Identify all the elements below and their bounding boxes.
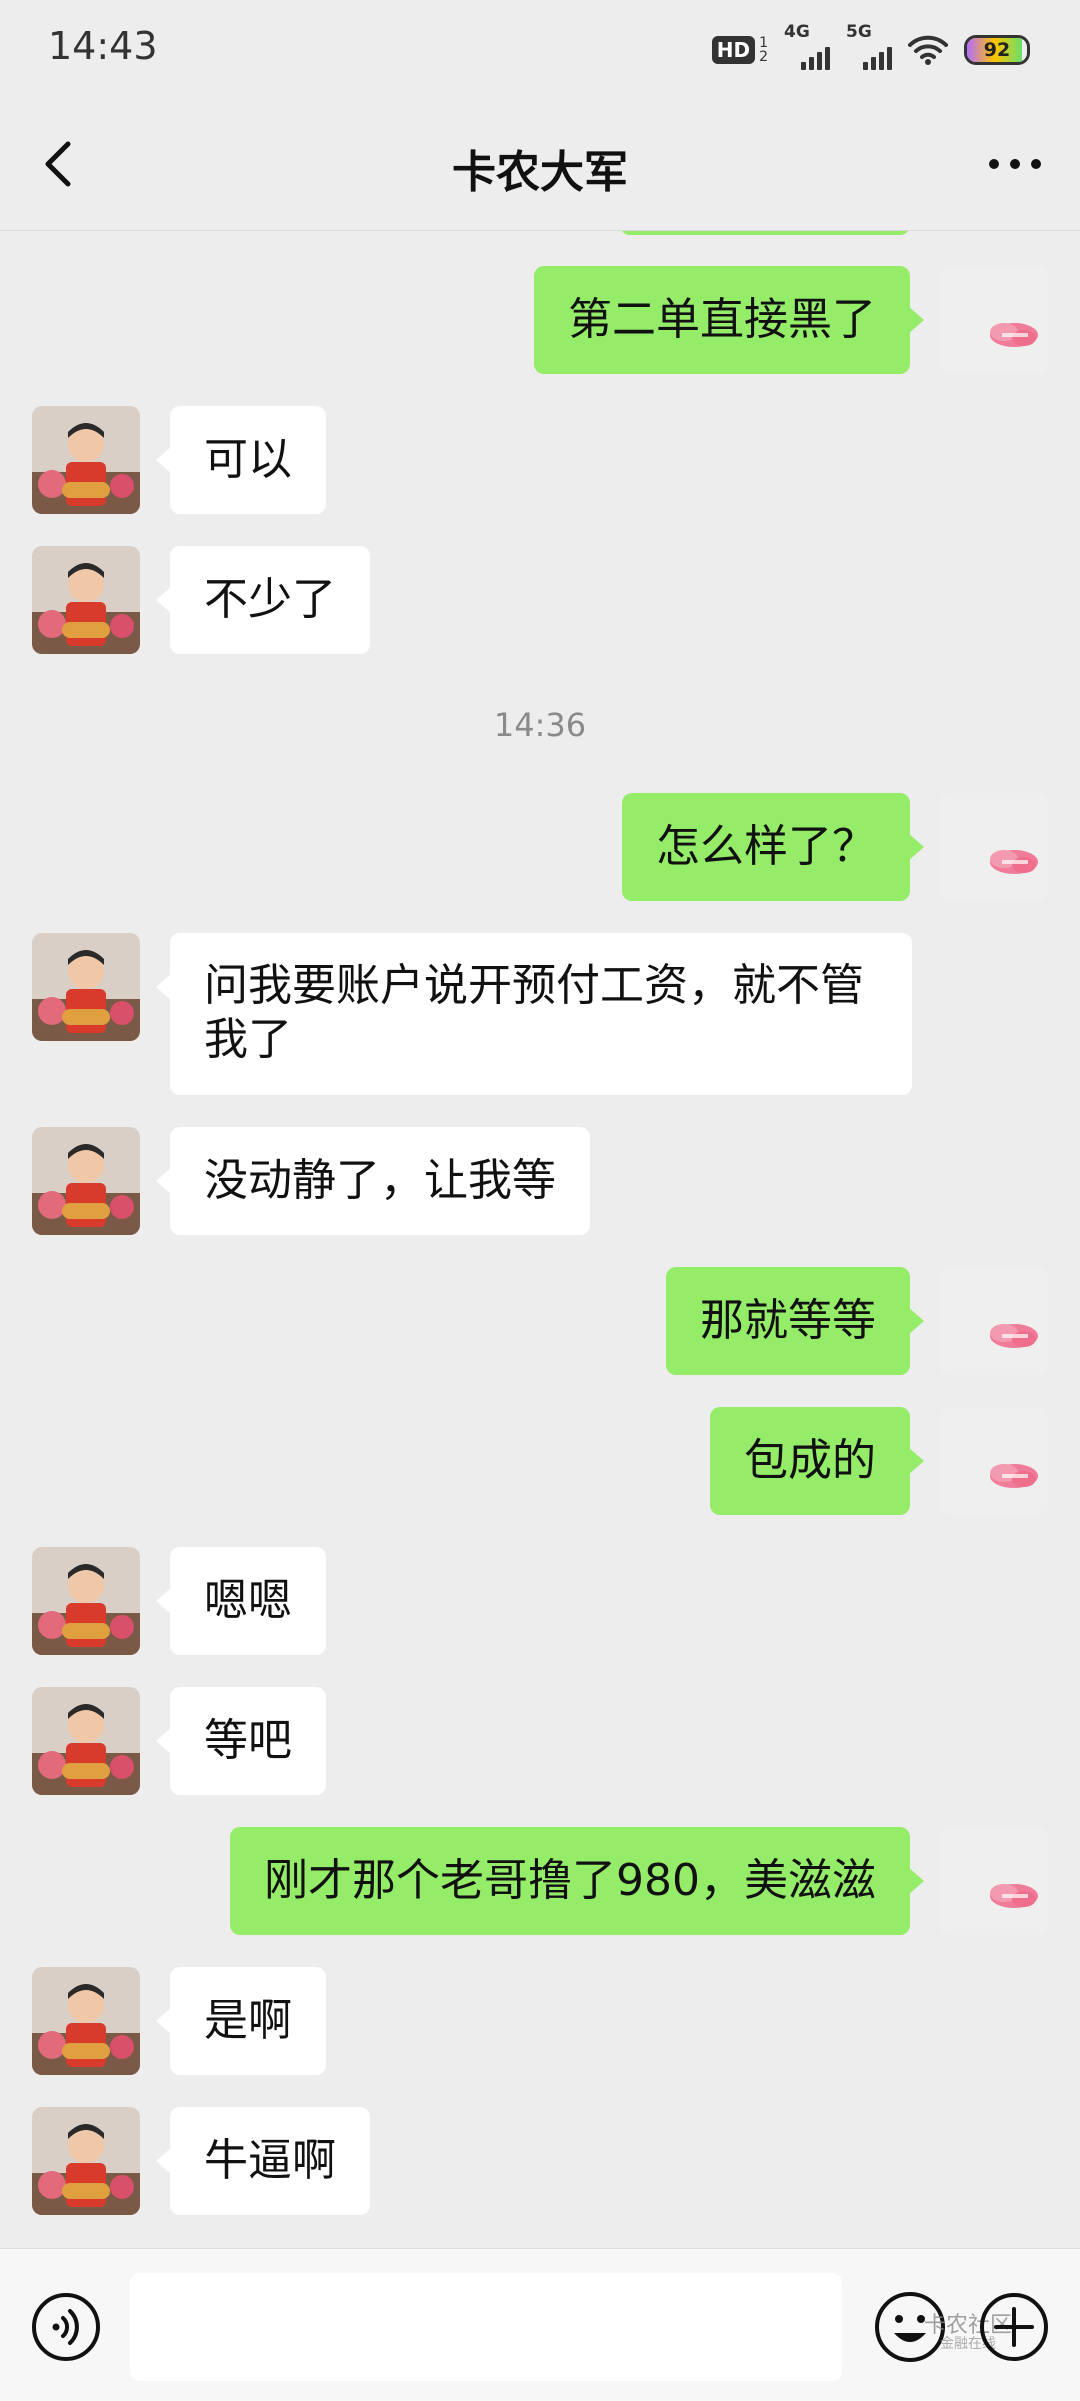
chat-header: 卡农大军 (0, 100, 1080, 231)
hd-sim-indicator: 1 2 (759, 36, 768, 64)
voice-icon (32, 2293, 100, 2361)
signal-4g-icon: 4G (784, 22, 830, 70)
self-avatar-image (940, 793, 1048, 901)
contact-avatar-image (32, 406, 140, 514)
message-bubble-in[interactable]: 不少了 (156, 546, 370, 654)
avatar-contact[interactable] (32, 1547, 140, 1655)
message-bubble-in[interactable]: 可以 (156, 406, 326, 514)
avatar-contact[interactable] (32, 1967, 140, 2075)
message-bubble-in[interactable]: 牛逼啊 (156, 2107, 370, 2215)
contact-avatar-image (32, 546, 140, 654)
message-bubble-out[interactable]: 第二单直接黑了 (534, 266, 924, 374)
input-bar: 卡农社区 金融在线 (0, 2248, 1080, 2401)
message-bubble-out[interactable]: 那就等等 (666, 1267, 924, 1375)
contact-avatar-image (32, 1547, 140, 1655)
hd-icon: HD (711, 36, 756, 64)
avatar-contact[interactable] (32, 933, 140, 1041)
status-bar: 14:43 HD 1 2 4G 5G 92 (0, 0, 1080, 100)
message-bubble-in[interactable]: 问我要账户说开预付工资，就不管我了 (156, 933, 912, 1095)
signal-5g-icon: 5G (846, 22, 892, 70)
chat-title: 卡农大军 (452, 147, 628, 198)
avatar-contact[interactable] (32, 406, 140, 514)
more-options-button[interactable] (980, 132, 1050, 196)
contact-avatar-image (32, 1127, 140, 1235)
status-time: 14:43 (48, 24, 158, 68)
contact-avatar-image (32, 933, 140, 1041)
message-timestamp: 14:36 (493, 706, 587, 744)
battery-icon: 92 (964, 35, 1030, 65)
hd-sub-2: 2 (759, 49, 768, 65)
contact-avatar-image (32, 2107, 140, 2215)
self-avatar-image (940, 1407, 1048, 1515)
hd-sub-1: 1 (759, 35, 768, 51)
avatar-self[interactable] (940, 793, 1048, 901)
message-input[interactable] (130, 2273, 842, 2381)
avatar-self[interactable] (940, 1827, 1048, 1935)
message-bubble-in[interactable]: 没动静了，让我等 (156, 1127, 590, 1235)
plus-circle-icon (980, 2293, 1048, 2361)
self-avatar-image (940, 1827, 1048, 1935)
voice-input-button[interactable] (30, 2291, 102, 2363)
avatar-self[interactable] (940, 266, 1048, 374)
message-bubble-in[interactable]: 等吧 (156, 1687, 326, 1795)
message-bubble-out[interactable]: 刚才那个老哥撸了980，美滋滋 (230, 1827, 924, 1935)
self-avatar-image (940, 1267, 1048, 1375)
message-bubble-out[interactable]: 包成的 (710, 1407, 924, 1515)
battery-level: 92 (983, 39, 1011, 61)
avatar-contact[interactable] (32, 546, 140, 654)
message-bubble-in[interactable]: 是啊 (156, 1967, 326, 2075)
avatar-contact[interactable] (32, 2107, 140, 2215)
message-bubble-in[interactable]: 嗯嗯 (156, 1547, 326, 1655)
contact-avatar-image (32, 1687, 140, 1795)
message-bubble-partial (620, 231, 910, 235)
contact-avatar-image (32, 1967, 140, 2075)
status-icons: HD 1 2 4G 5G 92 (711, 22, 1030, 72)
net-5g-label: 5G (846, 22, 872, 42)
more-dots-icon (989, 159, 1041, 169)
self-avatar-image (940, 266, 1048, 374)
avatar-contact[interactable] (32, 1127, 140, 1235)
message-bubble-out[interactable]: 怎么样了？ (622, 793, 924, 901)
avatar-contact[interactable] (32, 1687, 140, 1795)
wifi-icon (908, 34, 948, 66)
more-functions-button[interactable] (978, 2291, 1050, 2363)
avatar-self[interactable] (940, 1407, 1048, 1515)
avatar-self[interactable] (940, 1267, 1048, 1375)
net-4g-label: 4G (784, 22, 810, 42)
message-list[interactable]: 第二单直接黑了 可以 不少了 14:36 怎么样了？ 问我要账户说开预付工资，就… (0, 231, 1080, 2248)
